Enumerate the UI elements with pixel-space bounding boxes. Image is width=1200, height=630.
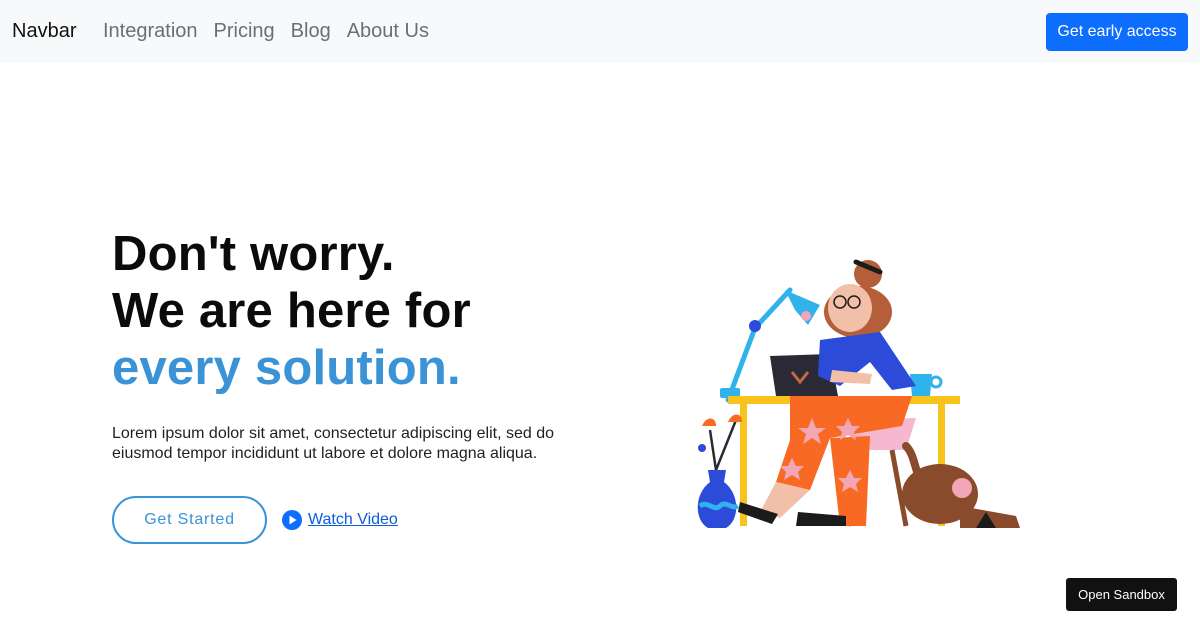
nav-link-integration[interactable]: Integration — [103, 19, 198, 43]
get-started-button[interactable]: Get Started — [112, 496, 267, 544]
hero-title-line-1: Don't worry. — [112, 227, 395, 281]
watch-video-label: Watch Video — [308, 511, 398, 528]
nav-link-pricing[interactable]: Pricing — [214, 19, 275, 43]
vase-with-flowers-illustration — [697, 414, 742, 528]
play-circle-icon — [282, 510, 302, 530]
dog-illustration — [902, 442, 1020, 528]
watch-video-link[interactable]: Watch Video — [282, 510, 398, 530]
get-early-access-button[interactable]: Get early access — [1046, 13, 1188, 51]
nav-link-about-us[interactable]: About Us — [347, 19, 429, 43]
navbar-brand[interactable]: Navbar — [12, 19, 76, 43]
hero-title-line-2: We are here for — [112, 284, 471, 338]
open-sandbox-button[interactable]: Open Sandbox — [1066, 578, 1177, 611]
woman-at-desk-illustration — [697, 259, 1020, 528]
hero-title: Don't worry. We are here for every solut… — [112, 226, 471, 397]
navbar: Navbar Integration Pricing Blog About Us… — [0, 0, 1200, 63]
hero-description: Lorem ipsum dolor sit amet, consectetur … — [112, 425, 554, 462]
nav-links: Integration Pricing Blog About Us — [103, 19, 429, 43]
hero-title-accent: every solution. — [112, 341, 461, 395]
nav-link-blog[interactable]: Blog — [291, 19, 331, 43]
